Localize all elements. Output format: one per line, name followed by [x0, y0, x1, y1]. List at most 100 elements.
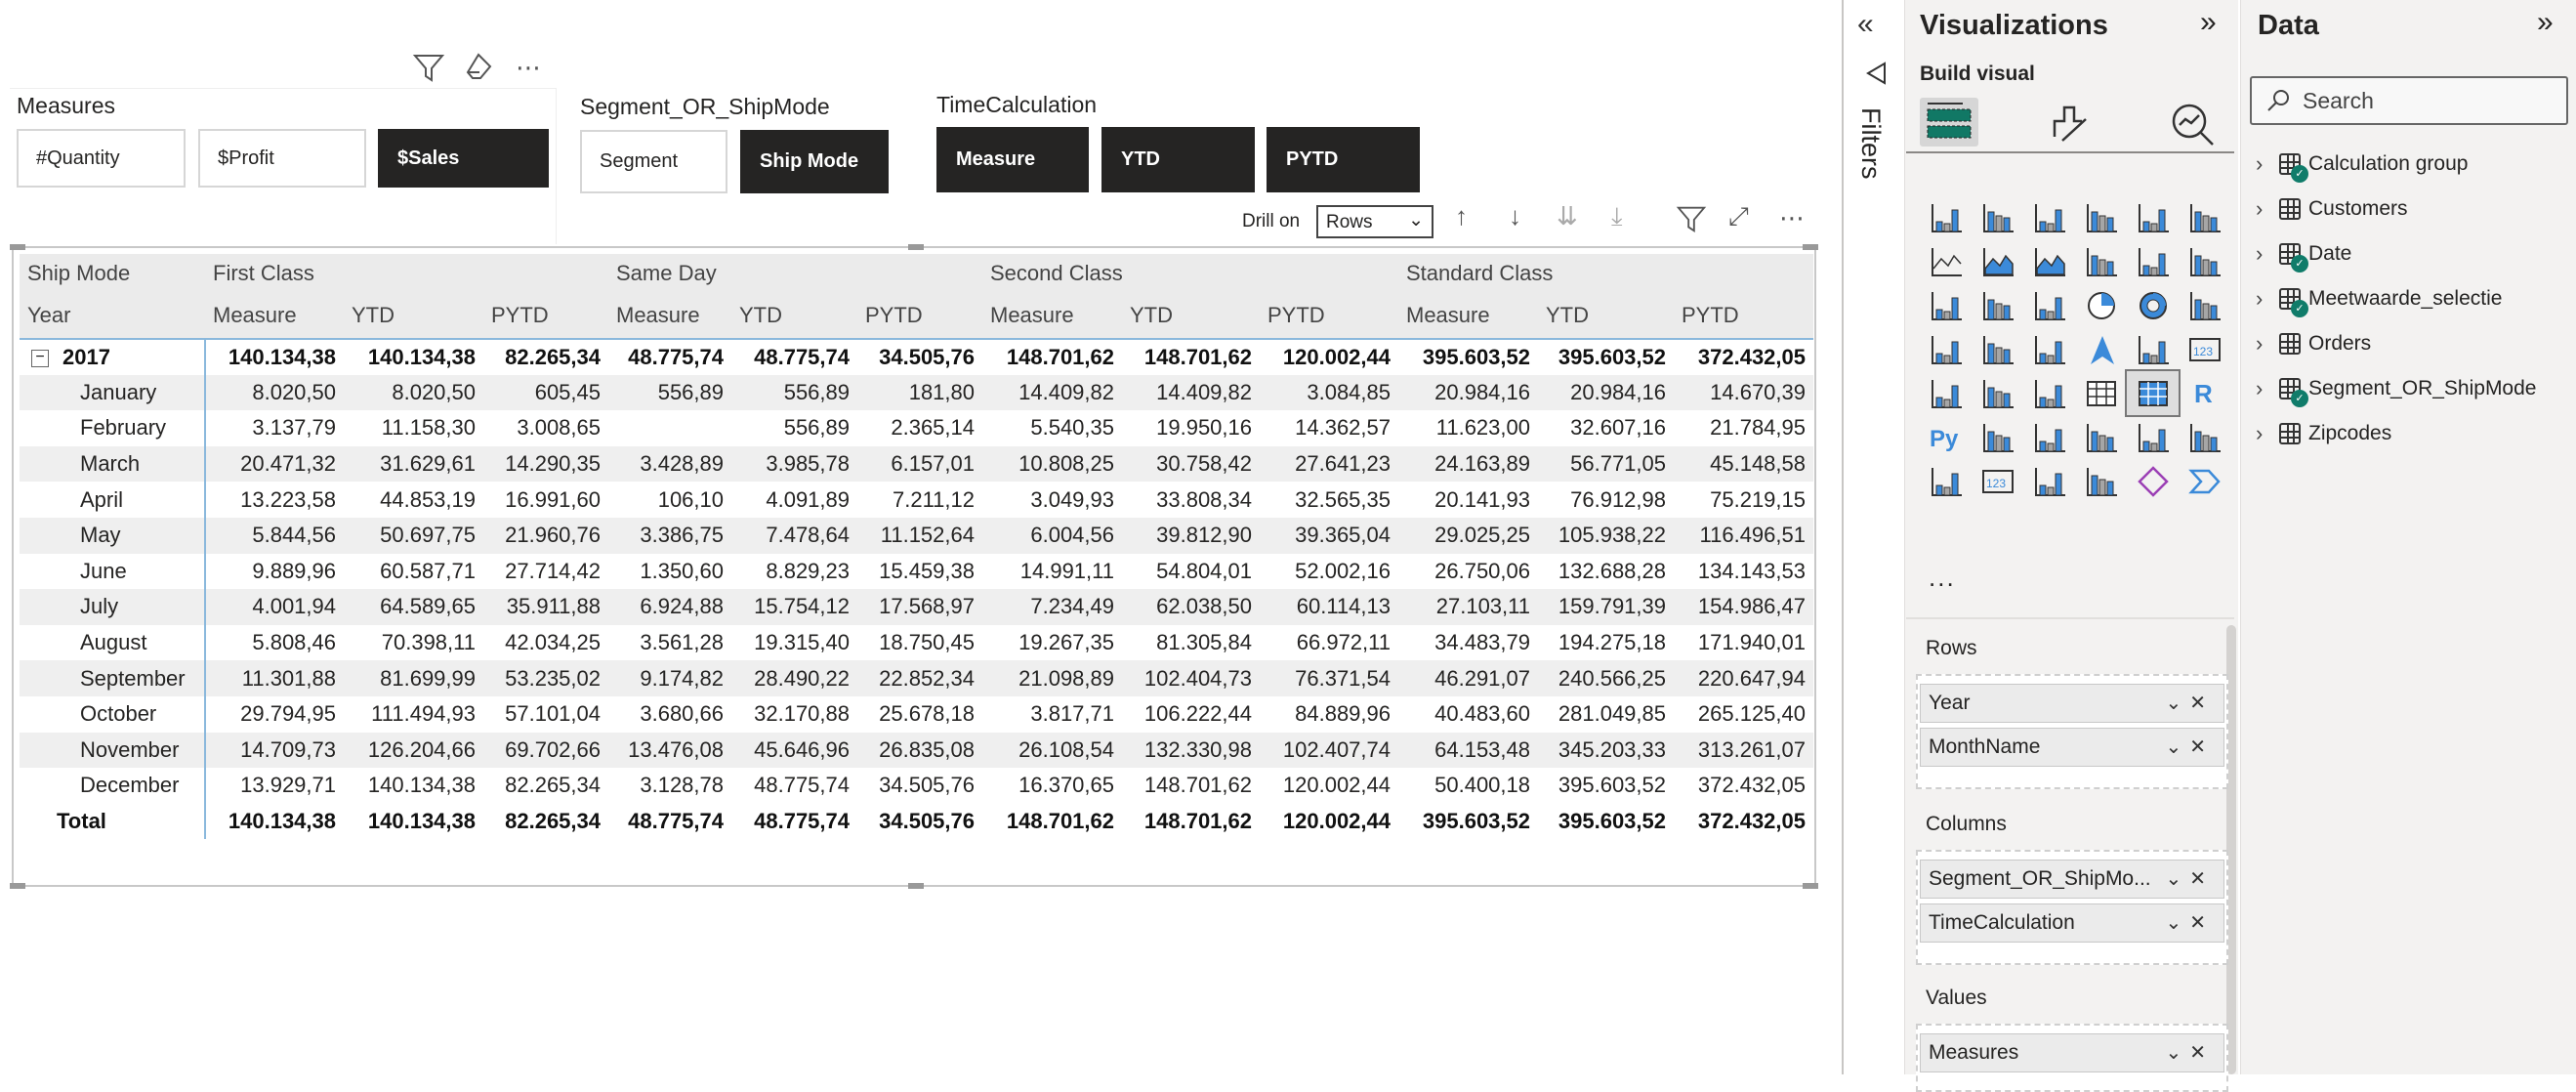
stacked-column-visual-icon[interactable] [1972, 195, 2023, 239]
expand-next-level-icon[interactable]: ⤓ [1611, 201, 1623, 232]
area-visual-icon[interactable] [1972, 239, 2023, 283]
column-subheader[interactable]: Measure [205, 293, 344, 340]
format-visual-icon[interactable] [2049, 102, 2096, 149]
power-automate-visual-icon[interactable] [2179, 459, 2230, 503]
resize-handle[interactable] [1803, 244, 1818, 250]
slicer-option-ship-mode[interactable]: Ship Mode [740, 130, 889, 193]
chevron-down-remove-icons[interactable]: ⌄✕ [2165, 910, 2214, 935]
slicer-option-ytd[interactable]: YTD [1101, 127, 1255, 192]
data-item-meetwaarde-selectie[interactable]: › ✓ Meetwaarde_selectie [2256, 279, 2502, 318]
data-item-date[interactable]: › ✓ Date [2256, 234, 2351, 273]
filter-icon[interactable] [412, 51, 445, 91]
data-item-calculation-group[interactable]: › ✓ Calculation group [2256, 145, 2468, 184]
column-subheader[interactable]: YTD [1538, 293, 1674, 340]
data-item-zipcodes[interactable]: › Zipcodes [2256, 414, 2391, 453]
column-subheader[interactable]: YTD [731, 293, 857, 340]
column-group-header[interactable]: Second Class [982, 254, 1398, 293]
column-subheader[interactable]: YTD [1122, 293, 1260, 340]
collapse-data-icon[interactable]: » [2537, 6, 2554, 39]
data-search-input[interactable]: Search [2250, 76, 2568, 125]
matrix-visual-icon[interactable] [2125, 369, 2181, 417]
field-monthname[interactable]: MonthName ⌄✕ [1920, 728, 2224, 767]
drill-on-select[interactable]: Rows ⌄ [1316, 205, 1433, 238]
key-influencers-visual-icon[interactable] [1972, 415, 2023, 459]
arcgis-map-visual-icon[interactable] [2075, 459, 2127, 503]
python-visual-visual-icon[interactable]: Py [1920, 415, 1972, 459]
chevron-right-icon[interactable]: › [2256, 376, 2279, 401]
build-visual-tab[interactable] [1920, 98, 1978, 147]
column-subheader[interactable]: PYTD [1674, 293, 1813, 340]
resize-handle[interactable] [908, 883, 924, 889]
paginated-report-visual-icon[interactable] [1920, 459, 1972, 503]
scatter-visual-icon[interactable] [2023, 283, 2075, 327]
collapse-visualizations-icon[interactable]: » [2200, 6, 2217, 39]
treemap-visual-icon[interactable] [2179, 283, 2230, 327]
chevron-right-icon[interactable]: › [2256, 151, 2279, 177]
r-visual-visual-icon[interactable]: R [2179, 371, 2230, 415]
slicer-new-visual-icon[interactable] [2023, 459, 2075, 503]
clustered-column-visual-icon[interactable] [2075, 195, 2127, 239]
stacked-bar-visual-icon[interactable] [1920, 195, 1972, 239]
slicer-option-segment[interactable]: Segment [580, 130, 727, 193]
chevron-right-icon[interactable]: › [2256, 241, 2279, 267]
slicer-option-pytd[interactable]: PYTD [1267, 127, 1420, 192]
more-options-icon[interactable]: ⋯ [516, 53, 541, 83]
stacked-area-visual-icon[interactable] [2023, 239, 2075, 283]
data-item-orders[interactable]: › Orders [2256, 324, 2371, 363]
column-subheader[interactable]: Measure [608, 293, 731, 340]
chevron-down-remove-icons[interactable]: ⌄✕ [2165, 1040, 2214, 1065]
field-timecalculation[interactable]: TimeCalculation ⌄✕ [1920, 903, 2224, 943]
power-apps-visual-icon[interactable] [2127, 459, 2179, 503]
resize-handle[interactable] [908, 244, 924, 250]
visual-more-options-icon[interactable]: ⋯ [1779, 203, 1805, 233]
map-visual-icon[interactable] [1920, 327, 1972, 371]
column-group-header[interactable]: Same Day [608, 254, 982, 293]
filled-map-visual-icon[interactable] [1972, 327, 2023, 371]
collapse-icon[interactable]: − [31, 349, 49, 367]
more-visuals-button[interactable]: ... [1929, 563, 1956, 593]
shape-map-visual-icon[interactable] [2023, 327, 2075, 371]
column-subheader[interactable]: YTD [344, 293, 483, 340]
column-subheader[interactable]: Measure [1398, 293, 1538, 340]
qa-visual-icon[interactable] [2075, 415, 2127, 459]
slicer-option-sales[interactable]: $Sales [378, 129, 549, 188]
chevron-right-icon[interactable]: › [2256, 421, 2279, 446]
ribbon-visual-icon[interactable] [2179, 239, 2230, 283]
card-visual-icon[interactable]: 123 [2179, 327, 2230, 371]
field-segment-or-shipmode[interactable]: Segment_OR_ShipMo... ⌄✕ [1920, 860, 2224, 899]
collapse-filters-icon[interactable]: « [1857, 8, 1874, 41]
column-subheader[interactable]: PYTD [483, 293, 608, 340]
clustered-bar-visual-icon[interactable] [2023, 195, 2075, 239]
chevron-right-icon[interactable]: › [2256, 196, 2279, 222]
resize-handle[interactable] [10, 883, 25, 889]
waterfall-visual-icon[interactable] [1920, 283, 1972, 327]
analytics-icon[interactable] [2170, 102, 2219, 151]
field-year[interactable]: Year ⌄✕ [1920, 684, 2224, 723]
column-subheader[interactable]: Measure [982, 293, 1122, 340]
go-to-next-level-icon[interactable]: ⇊ [1557, 201, 1578, 231]
data-item-segment-or-shipmode[interactable]: › ✓ Segment_OR_ShipMode [2256, 369, 2536, 408]
slicer-visual-icon[interactable] [2023, 371, 2075, 415]
eraser-icon[interactable] [463, 51, 496, 91]
data-item-customers[interactable]: › Customers [2256, 189, 2408, 229]
gauge-visual-icon[interactable] [2127, 327, 2179, 371]
line-clustered-column-visual-icon[interactable] [2127, 239, 2179, 283]
donut-visual-icon[interactable] [2127, 283, 2179, 327]
kpi-visual-icon[interactable] [1972, 371, 2023, 415]
chevron-down-remove-icons[interactable]: ⌄✕ [2165, 866, 2214, 891]
multi-row-card-visual-icon[interactable] [1920, 371, 1972, 415]
visual-filter-icon[interactable] [1676, 203, 1707, 241]
slicer-option-measure[interactable]: Measure [936, 127, 1089, 192]
line-visual-icon[interactable] [1920, 239, 1972, 283]
drill-up-icon[interactable]: ↑ [1455, 201, 1468, 231]
chevron-right-icon[interactable]: › [2256, 331, 2279, 357]
azure-map-visual-icon[interactable] [2075, 327, 2127, 371]
line-stacked-column-visual-icon[interactable] [2075, 239, 2127, 283]
pie-visual-icon[interactable] [2075, 283, 2127, 327]
chevron-right-icon[interactable]: › [2256, 286, 2279, 312]
slicer-option-quantity[interactable]: #Quantity [17, 129, 186, 188]
resize-handle[interactable] [1803, 883, 1818, 889]
column-group-header[interactable]: Standard Class [1398, 254, 1813, 293]
chevron-down-remove-icons[interactable]: ⌄✕ [2165, 691, 2214, 715]
column-subheader[interactable]: PYTD [857, 293, 982, 340]
